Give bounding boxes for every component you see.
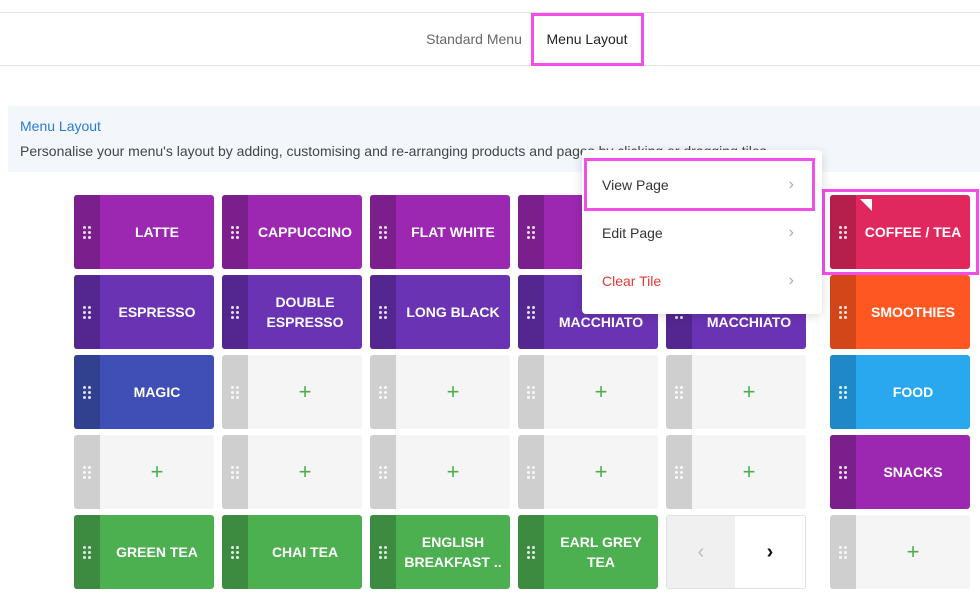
info-title: Menu Layout — [20, 118, 101, 134]
drag-handle-icon[interactable] — [830, 435, 856, 509]
drag-handle-icon[interactable] — [370, 435, 396, 509]
drag-handle-icon[interactable] — [666, 435, 692, 509]
tile-label: FLAT WHITE — [411, 224, 495, 240]
next-page-button[interactable]: › — [735, 516, 805, 588]
tile-empty-add[interactable]: + — [370, 435, 510, 509]
tile-empty-add[interactable]: + — [222, 355, 362, 429]
drag-handle-icon[interactable] — [74, 355, 100, 429]
tile-chai-tea[interactable]: CHAI TEA — [222, 515, 362, 589]
tile-empty-add[interactable]: + — [666, 435, 806, 509]
menu-item-view-page[interactable]: View Page › — [582, 161, 822, 209]
plus-icon: + — [742, 379, 756, 404]
tile-label: CHAI TEA — [271, 544, 339, 560]
plus-icon: + — [298, 459, 312, 484]
drag-handle-icon[interactable] — [74, 195, 100, 269]
tile-empty-add[interactable]: + — [518, 355, 658, 429]
tile-english-breakfast[interactable]: ENGLISH BREAKFAST .. — [370, 515, 510, 589]
page-tile-empty-add[interactable]: + — [830, 515, 970, 589]
plus-icon: + — [298, 379, 312, 404]
drag-handle-icon[interactable] — [370, 275, 396, 349]
drag-handle-icon[interactable] — [518, 355, 544, 429]
drag-handle-icon[interactable] — [74, 515, 100, 589]
drag-handle-icon[interactable] — [518, 515, 544, 589]
drag-handle-icon[interactable] — [370, 195, 396, 269]
tile-empty-add[interactable]: + — [74, 435, 214, 509]
tile-label: GREEN TEA — [116, 544, 198, 560]
drag-handle-icon[interactable] — [74, 435, 100, 509]
menu-item-label: Edit Page — [602, 225, 663, 241]
tile-label: ENGLISH BREAKFAST .. — [404, 534, 502, 570]
drag-handle-icon[interactable] — [666, 355, 692, 429]
drag-handle-icon[interactable] — [74, 275, 100, 349]
tile-earl-grey-tea[interactable]: EARL GREY TEA — [518, 515, 658, 589]
tile-label: MAGIC — [133, 384, 181, 400]
drag-handle-icon[interactable] — [518, 195, 544, 269]
prev-page-button[interactable]: ‹ — [667, 516, 735, 588]
menu-item-label: View Page — [602, 177, 669, 193]
plus-icon: + — [594, 459, 608, 484]
tile-label: EARL GREY TEA — [560, 534, 642, 570]
tile-flat-white[interactable]: FLAT WHITE — [370, 195, 510, 269]
tile-label: LATTE — [134, 224, 180, 240]
tile-label: CAPPUCCINO — [257, 224, 353, 240]
menu-item-label: Clear Tile — [602, 273, 662, 289]
tile-green-tea[interactable]: GREEN TEA — [74, 515, 214, 589]
drag-handle-icon[interactable] — [830, 275, 856, 349]
chevron-right-icon: › — [788, 176, 794, 193]
drag-handle-icon[interactable] — [222, 275, 248, 349]
drag-handle-icon[interactable] — [370, 355, 396, 429]
plus-icon: + — [446, 459, 460, 484]
tile-long-black[interactable]: LONG BLACK — [370, 275, 510, 349]
tile-context-menu: View Page › Edit Page › Clear Tile › — [582, 150, 822, 314]
selected-corner-icon — [860, 199, 872, 211]
plus-icon: + — [906, 539, 920, 564]
page-tile-coffee-tea[interactable]: COFFEE / TEA — [830, 195, 970, 269]
tile-label: ESPRESSO — [118, 304, 196, 320]
drag-handle-icon[interactable] — [518, 275, 544, 349]
drag-handle-icon[interactable] — [830, 355, 856, 429]
chevron-right-icon: › — [788, 224, 794, 241]
drag-handle-icon[interactable] — [830, 515, 856, 589]
tile-double-espresso[interactable]: DOUBLE ESPRESSO — [222, 275, 362, 349]
plus-icon: + — [446, 379, 460, 404]
tab-menu-layout[interactable]: Menu Layout — [532, 13, 642, 65]
tile-cappuccino[interactable]: CAPPUCCINO — [222, 195, 362, 269]
tile-latte[interactable]: LATTE — [74, 195, 214, 269]
page-tile-food[interactable]: FOOD — [830, 355, 970, 429]
info-banner: Menu Layout Personalise your menu's layo… — [8, 106, 980, 172]
tile-magic[interactable]: MAGIC — [74, 355, 214, 429]
tile-label: FOOD — [892, 384, 934, 400]
drag-handle-icon[interactable] — [222, 435, 248, 509]
plus-icon: + — [150, 459, 164, 484]
page-tile-smoothies[interactable]: SMOOTHIES — [830, 275, 970, 349]
tile-pager: ‹ › — [666, 515, 806, 589]
tile-empty-add[interactable]: + — [518, 435, 658, 509]
chevron-right-icon: › — [788, 272, 794, 289]
tile-label: COFFEE / TEA — [864, 224, 962, 240]
tile-empty-add[interactable]: + — [666, 355, 806, 429]
page-tile-snacks[interactable]: SNACKS — [830, 435, 970, 509]
drag-handle-icon[interactable] — [830, 195, 856, 269]
drag-handle-icon[interactable] — [518, 435, 544, 509]
tile-label: DOUBLE ESPRESSO — [266, 294, 344, 330]
drag-handle-icon[interactable] — [222, 515, 248, 589]
tab-standard-menu[interactable]: Standard Menu — [418, 13, 530, 65]
plus-icon: + — [594, 379, 608, 404]
view-tabs: Standard Menu Menu Layout — [0, 12, 980, 66]
drag-handle-icon[interactable] — [222, 195, 248, 269]
tile-label: LONG BLACK — [406, 304, 500, 320]
tile-espresso[interactable]: ESPRESSO — [74, 275, 214, 349]
menu-item-clear-tile[interactable]: Clear Tile › — [582, 257, 822, 305]
tile-empty-add[interactable]: + — [370, 355, 510, 429]
tile-label: SMOOTHIES — [870, 304, 955, 320]
drag-handle-icon[interactable] — [370, 515, 396, 589]
tile-label: SNACKS — [883, 464, 943, 480]
plus-icon: + — [742, 459, 756, 484]
menu-item-edit-page[interactable]: Edit Page › — [582, 209, 822, 257]
tile-empty-add[interactable]: + — [222, 435, 362, 509]
drag-handle-icon[interactable] — [222, 355, 248, 429]
